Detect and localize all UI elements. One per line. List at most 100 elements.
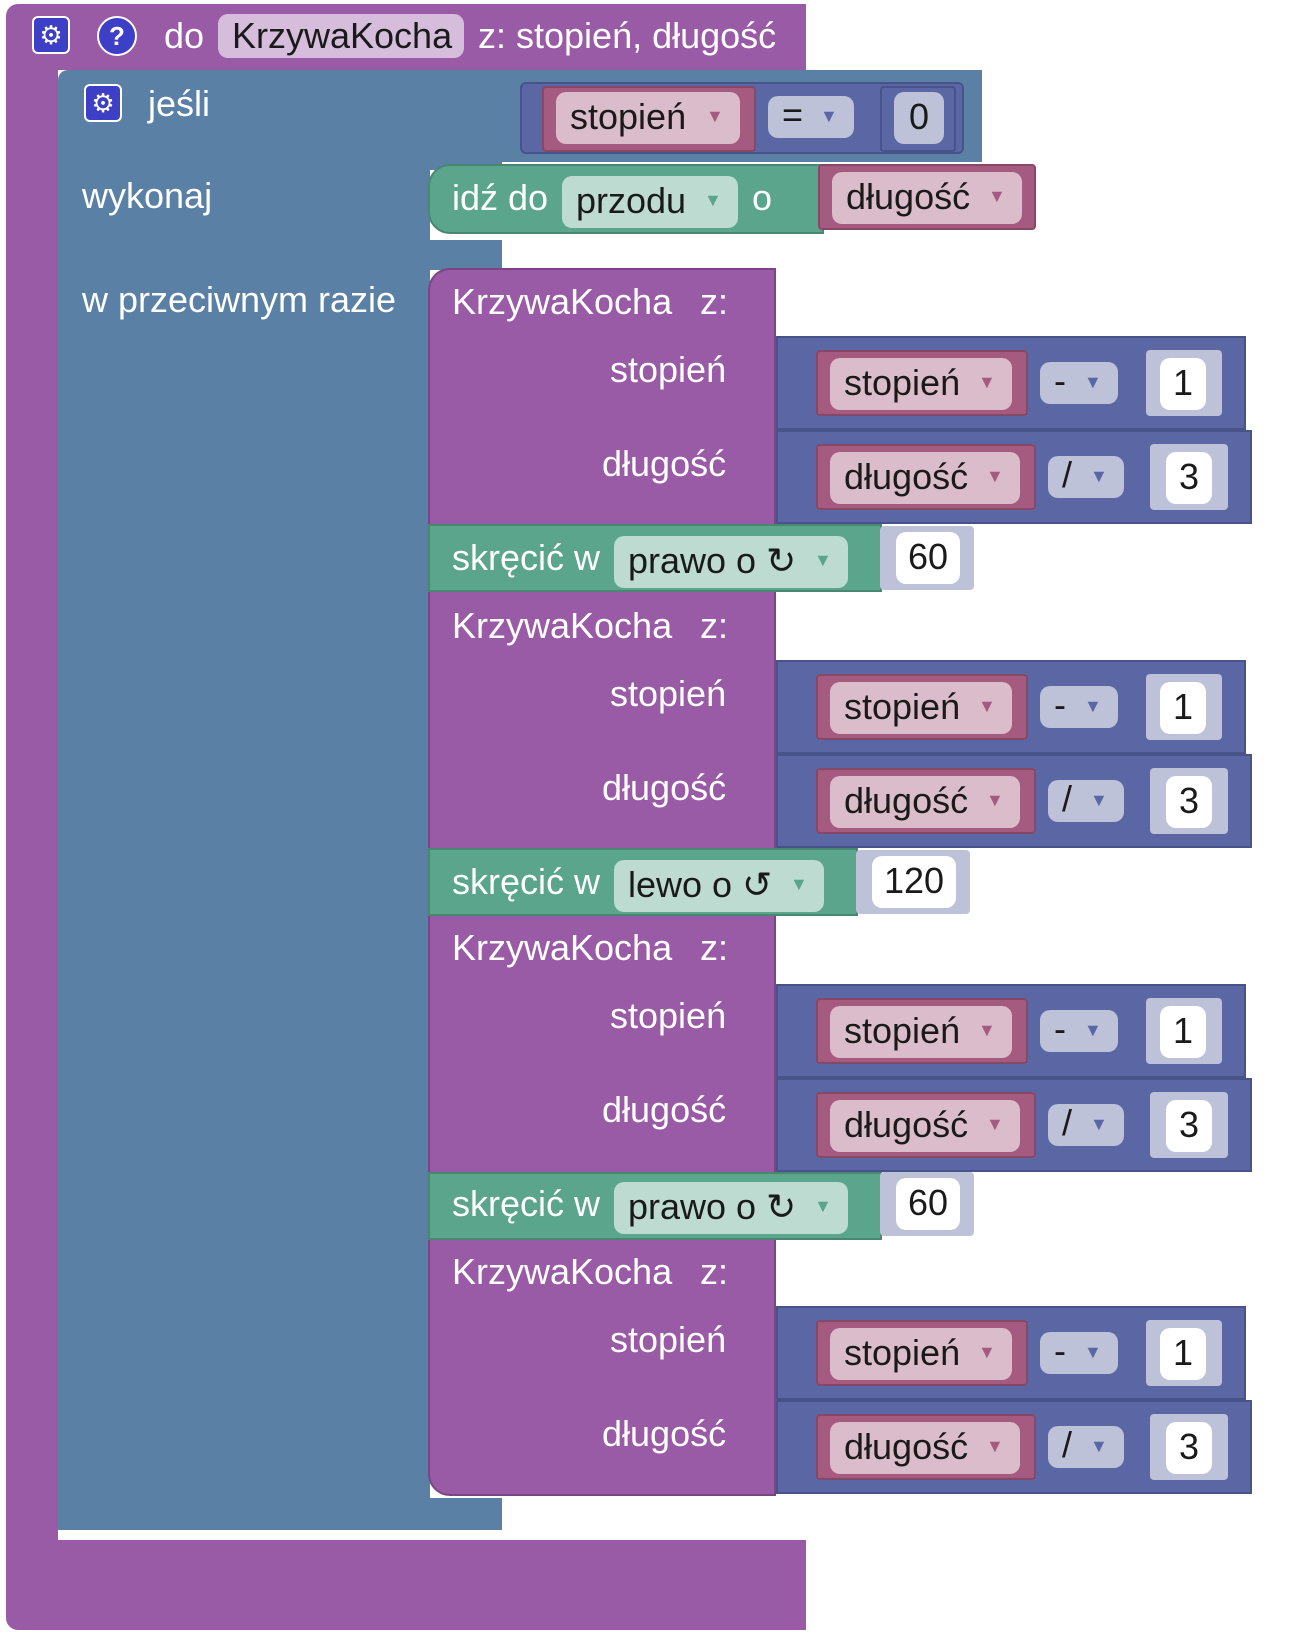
do-label: wykonaj <box>82 175 213 216</box>
dropdown-arrow-icon: ▼ <box>988 186 1006 206</box>
call-with-label: z: <box>700 927 729 968</box>
arg2-number-field[interactable]: 3 <box>1166 1100 1212 1152</box>
dropdown-arrow-icon: ▼ <box>1090 790 1108 810</box>
turn-label: skręcić w <box>452 861 601 902</box>
arg1-op-field[interactable]: - ▼ <box>1040 1332 1118 1374</box>
if-block[interactable] <box>58 70 502 170</box>
arg1-var: stopień <box>844 686 961 727</box>
arg2-var-field[interactable]: długość ▼ <box>830 452 1020 504</box>
dropdown-arrow-icon: ▼ <box>1090 1114 1108 1134</box>
if-gear-icon[interactable]: ⚙ <box>84 84 122 122</box>
condition-number-field[interactable]: 0 <box>894 92 944 144</box>
arg2-var-field[interactable]: długość ▼ <box>830 776 1020 828</box>
arg1-number-field[interactable]: 1 <box>1160 358 1206 410</box>
dropdown-arrow-icon: ▼ <box>1084 1342 1102 1362</box>
forward-by-label: o <box>752 177 773 218</box>
dropdown-arrow-icon: ▼ <box>986 1114 1004 1134</box>
arg1-op: - <box>1054 1008 1066 1049</box>
arg1-op-field[interactable]: - ▼ <box>1040 362 1118 404</box>
forward-direction-field[interactable]: przodu ▼ <box>562 176 738 228</box>
dropdown-arrow-icon: ▼ <box>706 106 724 126</box>
condition-var: stopień <box>570 96 687 137</box>
turn-direction: lewo o ↺ <box>628 864 773 905</box>
dropdown-arrow-icon: ▼ <box>978 696 996 716</box>
if-block-foot <box>58 1498 502 1530</box>
call-arg2-label: długość <box>602 1413 727 1454</box>
turn-direction-field[interactable]: prawo o ↻ ▼ <box>614 1182 848 1234</box>
if-block-spine <box>58 160 430 1530</box>
procedure-keyword: do <box>164 15 205 56</box>
turn-label: skręcić w <box>452 1183 601 1224</box>
arg2-var-field[interactable]: długość ▼ <box>830 1100 1020 1152</box>
turn-number-field[interactable]: 60 <box>896 1178 960 1230</box>
arg1-op: - <box>1054 360 1066 401</box>
arg2-var: długość <box>844 780 969 821</box>
call-arg2-label: długość <box>602 767 727 808</box>
arg2-number-field[interactable]: 3 <box>1166 776 1212 828</box>
arg1-var-field[interactable]: stopień ▼ <box>830 358 1012 410</box>
call-with-label: z: <box>700 1251 729 1292</box>
dropdown-arrow-icon: ▼ <box>820 106 838 126</box>
arg1-number-field[interactable]: 1 <box>1160 1006 1206 1058</box>
else-label: w przeciwnym razie <box>82 279 397 320</box>
forward-var-field[interactable]: długość ▼ <box>832 172 1022 224</box>
call-with-label: z: <box>700 605 729 646</box>
arg2-op-field[interactable]: / ▼ <box>1048 456 1124 498</box>
help-icon[interactable]: ? <box>97 16 137 56</box>
arg1-number: 1 <box>1172 1332 1194 1373</box>
turn-number: 60 <box>907 536 949 577</box>
dropdown-arrow-icon: ▼ <box>1084 1020 1102 1040</box>
arg1-number-field[interactable]: 1 <box>1160 682 1206 734</box>
arg2-number-field[interactable]: 3 <box>1166 1422 1212 1474</box>
dropdown-arrow-icon: ▼ <box>814 550 832 570</box>
arg2-var: długość <box>844 1104 969 1145</box>
procedure-name: KrzywaKocha <box>232 15 453 56</box>
condition-op: = <box>782 94 804 135</box>
procedure-body-spine <box>6 60 58 1560</box>
dropdown-arrow-icon: ▼ <box>978 1342 996 1362</box>
arg2-var: długość <box>844 1426 969 1467</box>
arg2-var-field[interactable]: długość ▼ <box>830 1422 1020 1474</box>
turn-direction: prawo o ↻ <box>628 1186 797 1227</box>
arg2-op: / <box>1062 778 1073 819</box>
procedure-name-field[interactable]: KrzywaKocha <box>218 14 464 58</box>
arg2-number: 3 <box>1178 456 1200 497</box>
arg2-op: / <box>1062 1102 1073 1143</box>
condition-var-field[interactable]: stopień ▼ <box>556 92 740 144</box>
turn-number-field[interactable]: 60 <box>896 532 960 584</box>
arg2-op-field[interactable]: / ▼ <box>1048 1104 1124 1146</box>
arg2-op-field[interactable]: / ▼ <box>1048 1426 1124 1468</box>
arg1-op-field[interactable]: - ▼ <box>1040 1010 1118 1052</box>
arg2-op: / <box>1062 454 1073 495</box>
condition-op-field[interactable]: = ▼ <box>768 96 854 138</box>
arg1-var: stopień <box>844 1010 961 1051</box>
forward-label: idź do <box>452 177 549 218</box>
turn-number: 120 <box>883 860 945 901</box>
arg1-number: 1 <box>1172 1010 1194 1051</box>
procedure-params: z: stopień, długość <box>478 15 777 56</box>
gear-icon[interactable]: ⚙ <box>32 16 70 54</box>
arg2-op-field[interactable]: / ▼ <box>1048 780 1124 822</box>
dropdown-arrow-icon: ▼ <box>986 466 1004 486</box>
arg1-var-field[interactable]: stopień ▼ <box>830 1006 1012 1058</box>
arg1-op: - <box>1054 1330 1066 1371</box>
dropdown-arrow-icon: ▼ <box>986 1436 1004 1456</box>
dropdown-arrow-icon: ▼ <box>978 1020 996 1040</box>
arg2-number-field[interactable]: 3 <box>1166 452 1212 504</box>
turn-direction-field[interactable]: lewo o ↺ ▼ <box>614 860 824 912</box>
arg1-number: 1 <box>1172 686 1194 727</box>
dropdown-arrow-icon: ▼ <box>1084 372 1102 392</box>
condition-number: 0 <box>908 96 930 137</box>
call-arg1-label: stopień <box>610 673 727 714</box>
dropdown-arrow-icon: ▼ <box>1090 1436 1108 1456</box>
arg1-op-field[interactable]: - ▼ <box>1040 686 1118 728</box>
procedure-bottom <box>6 1540 806 1630</box>
arg1-var-field[interactable]: stopień ▼ <box>830 1328 1012 1380</box>
turn-label: skręcić w <box>452 537 601 578</box>
arg2-var: długość <box>844 456 969 497</box>
arg1-var-field[interactable]: stopień ▼ <box>830 682 1012 734</box>
turn-number-field[interactable]: 120 <box>872 856 956 908</box>
forward-direction: przodu <box>576 180 687 221</box>
arg1-number-field[interactable]: 1 <box>1160 1328 1206 1380</box>
turn-direction-field[interactable]: prawo o ↻ ▼ <box>614 536 848 588</box>
